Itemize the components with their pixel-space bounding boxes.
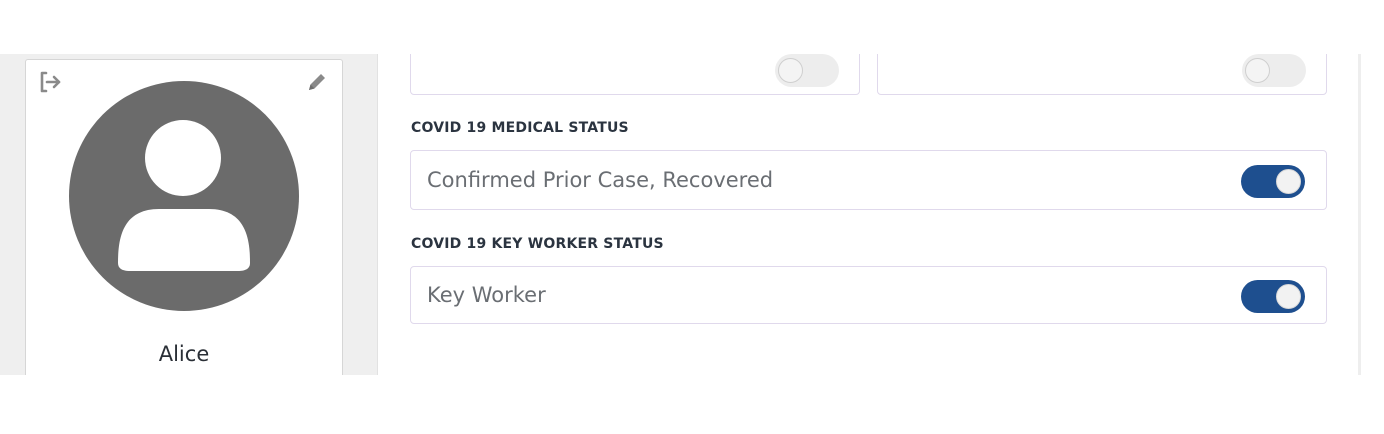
content-right-border xyxy=(1358,54,1361,375)
top-right-field[interactable] xyxy=(877,54,1327,95)
avatar xyxy=(69,81,299,311)
toggle-knob xyxy=(1245,58,1270,83)
medical-status-toggle[interactable] xyxy=(1241,165,1305,198)
key-worker-status-label: COVID 19 KEY WORKER STATUS xyxy=(411,236,664,252)
app-viewport: Alice COVID 19 MEDICAL STATUS Confirmed … xyxy=(0,54,1384,375)
top-left-field[interactable] xyxy=(410,54,860,95)
profile-card: Alice xyxy=(25,59,343,375)
key-worker-status-field[interactable]: Key Worker xyxy=(410,266,1327,324)
profile-sidebar: Alice xyxy=(0,54,378,375)
pencil-icon[interactable] xyxy=(304,69,330,95)
toggle-knob xyxy=(1276,284,1301,309)
top-left-toggle[interactable] xyxy=(775,54,839,87)
toggle-knob xyxy=(778,58,803,83)
profile-name: Alice xyxy=(158,342,210,366)
key-worker-status-toggle[interactable] xyxy=(1241,280,1305,313)
top-right-toggle[interactable] xyxy=(1242,54,1306,87)
medical-status-field[interactable]: Confirmed Prior Case, Recovered xyxy=(410,150,1327,210)
key-worker-status-value: Key Worker xyxy=(427,283,546,307)
medical-status-label: COVID 19 MEDICAL STATUS xyxy=(411,120,629,136)
logout-icon[interactable] xyxy=(38,69,64,95)
user-silhouette-icon xyxy=(118,120,250,271)
medical-status-value: Confirmed Prior Case, Recovered xyxy=(427,168,774,192)
toggle-knob xyxy=(1276,169,1301,194)
